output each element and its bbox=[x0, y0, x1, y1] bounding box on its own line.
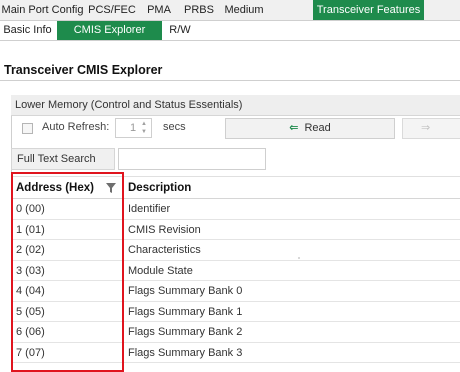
column-divider bbox=[122, 342, 123, 362]
table-row[interactable]: 5 (05) Flags Summary Bank 1 bbox=[11, 301, 460, 322]
column-divider bbox=[122, 199, 123, 219]
table-row[interactable]: 3 (03) Module State bbox=[11, 260, 460, 281]
description-cell: Identifier bbox=[128, 203, 171, 215]
read-button[interactable]: ⇐ Read bbox=[225, 118, 395, 139]
table-row[interactable]: 7 (07) Flags Summary Bank 3 bbox=[11, 342, 460, 363]
table-header: Address (Hex) Description bbox=[11, 176, 460, 199]
column-divider bbox=[122, 260, 123, 280]
column-divider bbox=[122, 281, 123, 301]
tab-rw[interactable]: R/W bbox=[162, 21, 198, 40]
auto-refresh-label: Auto Refresh: bbox=[42, 121, 110, 133]
tab-transceiver-features[interactable]: Transceiver Features bbox=[313, 0, 424, 20]
sub-tab-bar: Basic Info CMIS Explorer R/W bbox=[0, 21, 460, 41]
tab-medium[interactable]: Medium bbox=[219, 0, 269, 20]
column-header-address[interactable]: Address (Hex) bbox=[16, 177, 94, 199]
filter-icon[interactable] bbox=[106, 183, 116, 193]
refresh-interval-stepper[interactable]: 1 ▲ ▼ bbox=[115, 118, 152, 138]
description-cell: Flags Summary Bank 3 bbox=[128, 346, 243, 359]
tab-pma[interactable]: PMA bbox=[139, 0, 179, 20]
next-button[interactable]: ⇒ bbox=[402, 118, 460, 139]
main-tab-bar: Main Port Config PCS/FEC PMA PRBS Medium… bbox=[0, 0, 460, 21]
column-divider[interactable] bbox=[122, 177, 123, 198]
address-cell: 2 (02) bbox=[16, 244, 45, 256]
register-table: Address (Hex) Description 0 (00) Identif… bbox=[11, 176, 460, 363]
auto-refresh-checkbox[interactable] bbox=[22, 123, 33, 134]
page-title: Transceiver CMIS Explorer bbox=[4, 63, 163, 77]
search-label: Full Text Search bbox=[11, 148, 115, 170]
title-divider bbox=[0, 80, 460, 81]
description-cell: Flags Summary Bank 2 bbox=[128, 326, 243, 338]
description-cell: Characteristics bbox=[128, 244, 201, 256]
section-header[interactable]: Lower Memory (Control and Status Essenti… bbox=[11, 95, 460, 116]
description-cell: Flags Summary Bank 1 bbox=[128, 305, 243, 318]
arrow-left-icon: ⇐ bbox=[289, 122, 299, 134]
artifact-dot bbox=[298, 257, 300, 259]
address-cell: 7 (07) bbox=[16, 346, 45, 359]
description-cell: Module State bbox=[128, 264, 193, 277]
refresh-interval-value: 1 bbox=[130, 122, 137, 134]
address-cell: 6 (06) bbox=[16, 326, 45, 338]
column-divider bbox=[122, 219, 123, 239]
address-cell: 5 (05) bbox=[16, 305, 45, 318]
tab-main-port-config[interactable]: Main Port Config bbox=[0, 0, 85, 20]
table-row[interactable]: 4 (04) Flags Summary Bank 0 bbox=[11, 281, 460, 302]
interval-unit-label: secs bbox=[163, 121, 186, 133]
stepper-arrows-icon[interactable]: ▲ ▼ bbox=[141, 120, 149, 136]
table-row[interactable]: 0 (00) Identifier bbox=[11, 199, 460, 220]
tab-prbs[interactable]: PRBS bbox=[179, 0, 219, 20]
read-button-label: Read bbox=[304, 122, 331, 134]
column-header-description[interactable]: Description bbox=[128, 177, 191, 199]
address-cell: 0 (00) bbox=[16, 203, 45, 215]
column-divider bbox=[122, 322, 123, 342]
table-row[interactable]: 1 (01) CMIS Revision bbox=[11, 219, 460, 240]
table-row[interactable]: 6 (06) Flags Summary Bank 2 bbox=[11, 322, 460, 343]
tab-pcs-fec[interactable]: PCS/FEC bbox=[85, 0, 139, 20]
tab-basic-info[interactable]: Basic Info bbox=[0, 21, 55, 40]
address-cell: 1 (01) bbox=[16, 223, 45, 236]
description-cell: CMIS Revision bbox=[128, 223, 201, 236]
tab-cmis-explorer[interactable]: CMIS Explorer bbox=[57, 21, 162, 40]
column-divider bbox=[122, 301, 123, 321]
address-cell: 4 (04) bbox=[16, 285, 45, 297]
address-cell: 3 (03) bbox=[16, 264, 45, 277]
column-divider bbox=[122, 240, 123, 260]
description-cell: Flags Summary Bank 0 bbox=[128, 285, 243, 297]
arrow-right-icon: ⇒ bbox=[421, 122, 431, 134]
search-input[interactable] bbox=[118, 148, 266, 170]
table-row[interactable]: 2 (02) Characteristics bbox=[11, 240, 460, 261]
